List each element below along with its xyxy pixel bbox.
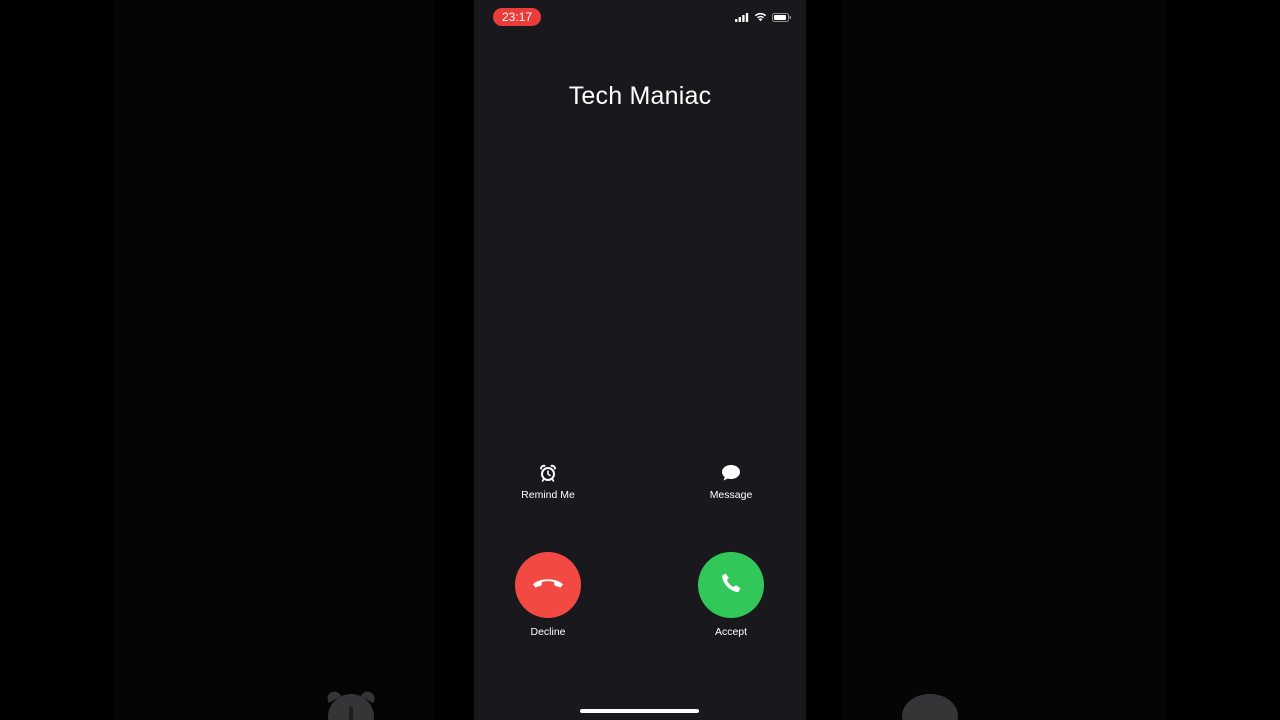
decline-button[interactable]: [515, 552, 581, 618]
status-bar: 23:17: [474, 0, 806, 36]
home-indicator[interactable]: [580, 709, 699, 713]
wifi-icon: [754, 12, 767, 22]
phone-icon: [719, 571, 743, 600]
remind-me-button[interactable]: Remind Me: [498, 464, 598, 501]
background-blur-left: [113, 0, 435, 720]
phone-hangup-icon: [531, 576, 565, 595]
incoming-call-screen: 23:17 Tech Maniac Remind Me Message Decl…: [474, 0, 806, 720]
status-icons: [735, 12, 792, 22]
caller-name: Tech Maniac: [568, 82, 712, 110]
video-frame: 23:17 Tech Maniac Remind Me Message Decl…: [0, 0, 1280, 720]
speech-bubble-icon: [681, 464, 781, 484]
message-button[interactable]: Message: [681, 464, 781, 501]
alarm-clock-icon: [498, 464, 598, 484]
battery-icon: [772, 12, 792, 22]
accept-control: Accept: [681, 552, 781, 638]
accept-label: Accept: [714, 626, 748, 638]
accept-button[interactable]: [698, 552, 764, 618]
decline-label: Decline: [530, 626, 566, 638]
decline-control: Decline: [498, 552, 598, 638]
remind-me-label: Remind Me: [521, 489, 575, 501]
background-blur-right: [843, 0, 1167, 720]
message-label: Message: [709, 489, 753, 501]
cellular-signal-icon: [735, 12, 749, 22]
background-alarm-clock-icon: [328, 694, 374, 720]
status-time[interactable]: 23:17: [493, 8, 541, 26]
